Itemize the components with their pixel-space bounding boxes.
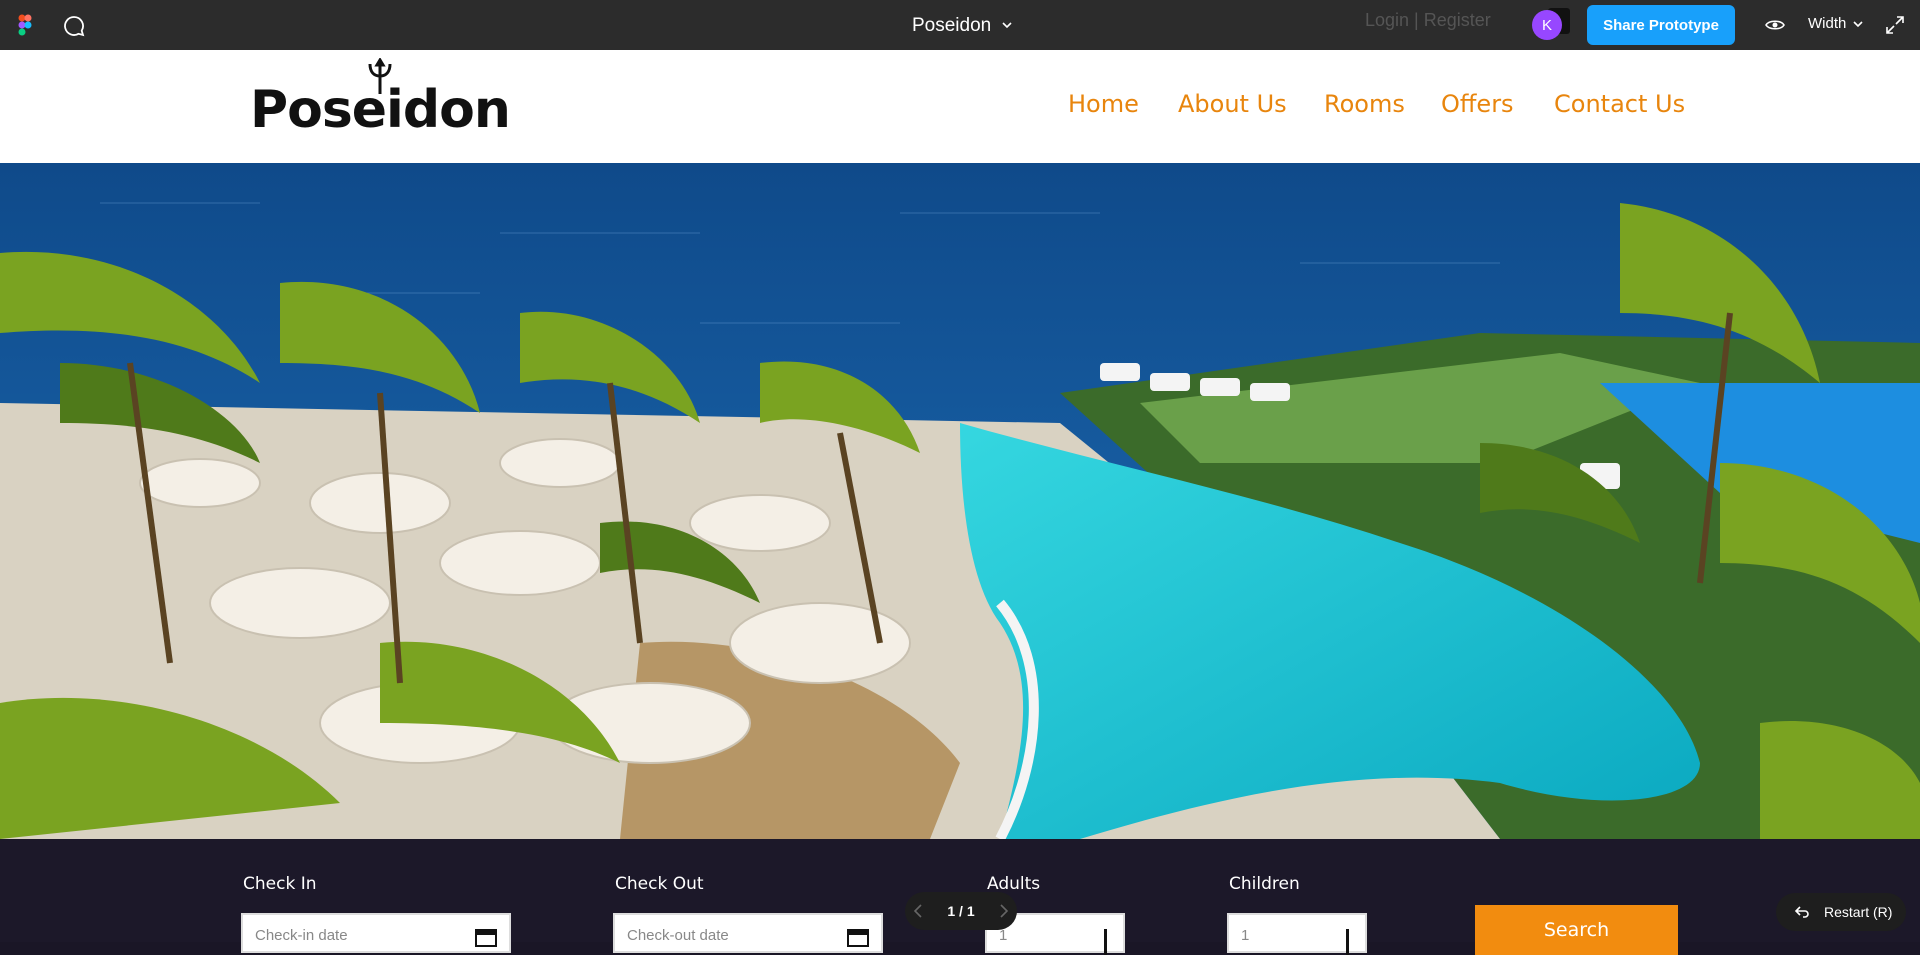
expand-icon[interactable] xyxy=(1884,14,1906,36)
site-logo[interactable]: Poseidon xyxy=(250,58,511,140)
nav-home[interactable]: Home xyxy=(1068,90,1139,118)
file-title[interactable]: Poseidon xyxy=(912,15,991,37)
undo-arrow-icon xyxy=(1794,906,1809,918)
stepper-control[interactable] xyxy=(1104,929,1107,955)
chevron-right-icon[interactable] xyxy=(997,903,1011,919)
avatar[interactable]: K xyxy=(1532,10,1562,40)
resort-pool-photo xyxy=(0,163,1920,839)
nav-rooms[interactable]: Rooms xyxy=(1324,90,1405,118)
eye-icon[interactable] xyxy=(1764,15,1786,35)
children-label: Children xyxy=(1229,874,1300,894)
children-stepper[interactable]: 1 xyxy=(1227,913,1367,955)
check-out-placeholder: Check-out date xyxy=(627,927,729,944)
width-dropdown[interactable]: Width xyxy=(1808,15,1864,32)
stepper-control[interactable] xyxy=(1346,929,1349,955)
pager-label: 1 / 1 xyxy=(947,903,975,919)
nav-offers[interactable]: Offers xyxy=(1441,90,1514,118)
logo-text: Poseidon xyxy=(250,80,511,140)
check-out-label: Check Out xyxy=(615,874,704,894)
figma-logo-icon[interactable] xyxy=(18,14,32,36)
search-button[interactable]: Search xyxy=(1475,905,1678,955)
login-register-link[interactable]: Login | Register xyxy=(1365,10,1491,31)
check-out-input[interactable]: Check-out date xyxy=(613,913,883,953)
restart-label: Restart (R) xyxy=(1824,904,1893,920)
avatar-initial: K xyxy=(1541,16,1552,34)
comment-icon[interactable] xyxy=(62,14,86,38)
share-prototype-button[interactable]: Share Prototype xyxy=(1587,5,1735,45)
check-in-label: Check In xyxy=(243,874,317,894)
width-label: Width xyxy=(1808,15,1847,32)
chevron-down-icon[interactable] xyxy=(1000,15,1014,35)
chevron-left-icon[interactable] xyxy=(911,903,925,919)
figma-toolbar: Poseidon K Share Prototype Width xyxy=(0,0,1920,50)
calendar-icon[interactable] xyxy=(847,927,869,947)
nav-about-us[interactable]: About Us xyxy=(1178,90,1287,118)
check-in-placeholder: Check-in date xyxy=(255,927,348,944)
nav-contact-us[interactable]: Contact Us xyxy=(1554,90,1685,118)
calendar-icon[interactable] xyxy=(475,927,497,947)
check-in-input[interactable]: Check-in date xyxy=(241,913,511,953)
children-value: 1 xyxy=(1241,927,1250,944)
chevron-down-icon xyxy=(1853,20,1863,27)
hero-image xyxy=(0,163,1920,839)
site-header: Poseidon Login | Register Home About Us … xyxy=(0,10,1920,163)
frame-pager: 1 / 1 xyxy=(905,892,1017,930)
adults-label: Adults xyxy=(987,874,1041,894)
restart-button[interactable]: Restart (R) xyxy=(1776,893,1906,931)
